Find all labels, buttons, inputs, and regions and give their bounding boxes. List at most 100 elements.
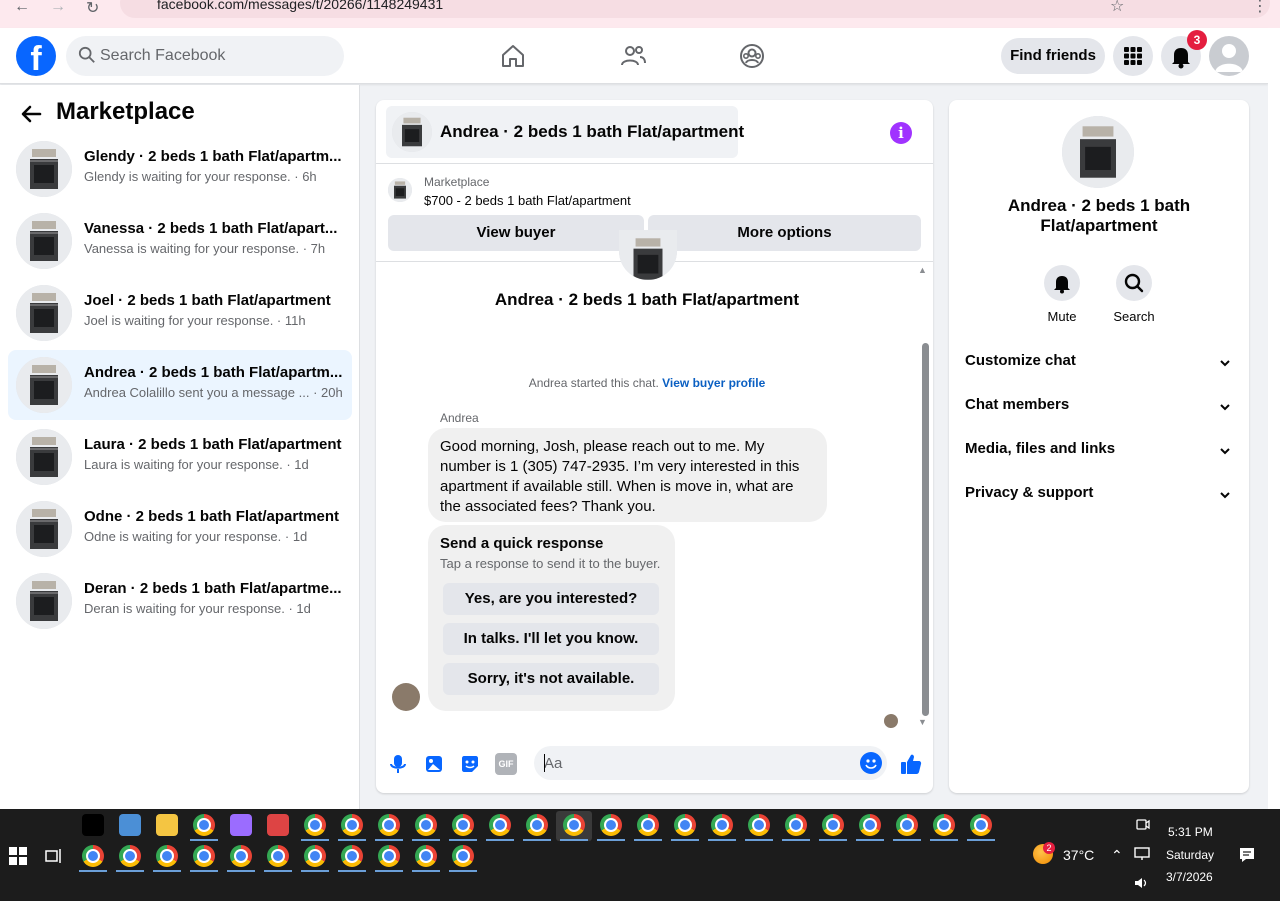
conversation-item[interactable]: Odne · 2 beds 1 bath Flat/apartment Odne … bbox=[8, 494, 352, 564]
chrome-icon[interactable] bbox=[711, 814, 733, 836]
search-input[interactable] bbox=[100, 36, 340, 76]
conversation-item[interactable]: Deran · 2 beds 1 bath Flat/apartme... Der… bbox=[8, 566, 352, 636]
chrome-icon[interactable] bbox=[452, 845, 474, 867]
chat-header[interactable]: Andrea · 2 beds 1 bath Flat/apartment bbox=[386, 106, 744, 158]
chrome-icon[interactable] bbox=[674, 814, 696, 836]
friends-icon[interactable] bbox=[619, 42, 647, 70]
groups-icon[interactable] bbox=[738, 42, 766, 70]
meet-now-icon[interactable] bbox=[1136, 817, 1150, 833]
mute-button[interactable]: Mute bbox=[1032, 265, 1092, 324]
scroll-up-arrow-icon[interactable]: ▲ bbox=[918, 265, 927, 275]
chrome-icon[interactable] bbox=[304, 845, 326, 867]
conversation-preview: Joel is waiting for your response. · 11h bbox=[84, 313, 306, 328]
emoji-icon[interactable] bbox=[860, 752, 882, 774]
chrome-icon[interactable] bbox=[378, 845, 400, 867]
keyboard-icon[interactable] bbox=[119, 814, 141, 836]
search-bar[interactable] bbox=[66, 36, 344, 76]
back-arrow-icon[interactable] bbox=[20, 103, 42, 125]
tiktok-icon[interactable] bbox=[82, 814, 104, 836]
sticker-icon[interactable] bbox=[459, 753, 481, 775]
privacy-support-section[interactable]: Privacy & support bbox=[965, 484, 1233, 508]
facebook-logo[interactable]: f bbox=[16, 36, 56, 76]
chrome-icon[interactable] bbox=[82, 845, 104, 867]
chrome-icon[interactable] bbox=[452, 814, 474, 836]
task-view-icon[interactable] bbox=[45, 847, 63, 865]
tray-chevron-up-icon[interactable]: ⌃ bbox=[1111, 847, 1123, 864]
microphone-icon[interactable] bbox=[387, 753, 409, 775]
chrome-icon[interactable] bbox=[267, 845, 289, 867]
chrome-icon[interactable] bbox=[230, 845, 252, 867]
conversation-item[interactable]: Vanessa · 2 beds 1 bath Flat/apart... Van… bbox=[8, 206, 352, 276]
chat-scrollbar[interactable] bbox=[922, 343, 929, 716]
network-icon[interactable] bbox=[1133, 846, 1151, 862]
conversation-item[interactable]: Laura · 2 beds 1 bath Flat/apartment Laur… bbox=[8, 422, 352, 492]
conversation-name: Odne · 2 beds 1 bath Flat/apartment bbox=[84, 508, 340, 525]
thumbs-up-icon[interactable] bbox=[899, 752, 923, 776]
conversation-item[interactable]: Joel · 2 beds 1 bath Flat/apartment Joel … bbox=[8, 278, 352, 348]
chrome-icon[interactable] bbox=[526, 814, 548, 836]
page-scrollbar[interactable] bbox=[1268, 28, 1280, 809]
more-options-button[interactable]: More options bbox=[648, 215, 921, 251]
message-bubble: Good morning, Josh, please reach out to … bbox=[428, 428, 827, 522]
clock-date[interactable]: 3/7/2026 bbox=[1166, 870, 1213, 884]
windows-start-icon[interactable] bbox=[9, 847, 27, 865]
view-buyer-button[interactable]: View buyer bbox=[388, 215, 644, 251]
chrome-icon[interactable] bbox=[748, 814, 770, 836]
chrome-icon[interactable] bbox=[415, 814, 437, 836]
chrome-icon[interactable] bbox=[933, 814, 955, 836]
chrome-icon[interactable] bbox=[341, 845, 363, 867]
menu-button[interactable] bbox=[1113, 36, 1153, 76]
view-buyer-profile-link[interactable]: View buyer profile bbox=[662, 376, 765, 390]
temperature[interactable]: 37°C bbox=[1063, 847, 1094, 863]
clock-time[interactable]: 5:31 PM bbox=[1168, 825, 1213, 839]
chrome-icon[interactable] bbox=[193, 814, 215, 836]
message-input[interactable] bbox=[534, 746, 887, 780]
volume-icon[interactable] bbox=[1133, 876, 1149, 890]
chrome-icon[interactable] bbox=[156, 845, 178, 867]
quick-response-button[interactable]: Sorry, it's not available. bbox=[443, 663, 659, 695]
back-nav-icon[interactable]: ← bbox=[14, 0, 30, 16]
chrome-icon[interactable] bbox=[378, 814, 400, 836]
file-explorer-icon[interactable] bbox=[156, 814, 178, 836]
chrome-icon[interactable] bbox=[637, 814, 659, 836]
listing-title[interactable]: $700 - 2 beds 1 bath Flat/apartment bbox=[424, 193, 631, 208]
browser-menu-icon[interactable]: ⋮ bbox=[1252, 0, 1268, 16]
chrome-icon[interactable] bbox=[600, 814, 622, 836]
chrome-icon[interactable] bbox=[822, 814, 844, 836]
chrome-icon[interactable] bbox=[896, 814, 918, 836]
chrome-icon[interactable] bbox=[859, 814, 881, 836]
search-in-chat-button[interactable]: Search bbox=[1104, 265, 1164, 324]
clock-day[interactable]: Saturday bbox=[1166, 848, 1214, 862]
copilot-icon[interactable] bbox=[230, 814, 252, 836]
chrome-icon[interactable] bbox=[119, 845, 141, 867]
find-friends-button[interactable]: Find friends bbox=[1001, 38, 1105, 74]
chrome-icon[interactable] bbox=[970, 814, 992, 836]
customize-chat-section[interactable]: Customize chat bbox=[965, 352, 1233, 376]
photo-icon[interactable] bbox=[423, 753, 445, 775]
media-files-links-section[interactable]: Media, files and links bbox=[965, 440, 1233, 464]
sender-avatar[interactable] bbox=[392, 683, 420, 711]
chrome-icon[interactable] bbox=[304, 814, 326, 836]
bookmark-star-icon[interactable]: ☆ bbox=[1110, 0, 1124, 16]
chrome-icon[interactable] bbox=[563, 814, 585, 836]
info-icon[interactable]: i bbox=[890, 122, 912, 144]
chat-members-section[interactable]: Chat members bbox=[965, 396, 1233, 420]
chrome-icon[interactable] bbox=[415, 845, 437, 867]
chrome-icon[interactable] bbox=[489, 814, 511, 836]
home-icon[interactable] bbox=[499, 42, 527, 70]
reload-icon[interactable]: ↻ bbox=[86, 0, 99, 18]
chrome-icon[interactable] bbox=[785, 814, 807, 836]
remote-app-icon[interactable] bbox=[267, 814, 289, 836]
notification-center-icon[interactable] bbox=[1238, 846, 1256, 864]
account-avatar[interactable] bbox=[1209, 36, 1249, 76]
chrome-icon[interactable] bbox=[193, 845, 215, 867]
scroll-down-arrow-icon[interactable]: ▼ bbox=[918, 717, 927, 727]
gif-icon[interactable]: GIF bbox=[495, 753, 517, 775]
forward-nav-icon[interactable]: → bbox=[50, 0, 66, 16]
url-text[interactable]: facebook.com/messages/t/20266/1148249431 bbox=[157, 0, 443, 12]
quick-response-button[interactable]: In talks. I'll let you know. bbox=[443, 623, 659, 655]
quick-response-button[interactable]: Yes, are you interested? bbox=[443, 583, 659, 615]
conversation-item[interactable]: Andrea · 2 beds 1 bath Flat/apartm... And… bbox=[8, 350, 352, 420]
conversation-item[interactable]: Glendy · 2 beds 1 bath Flat/apartm... Gle… bbox=[8, 134, 352, 204]
chrome-icon[interactable] bbox=[341, 814, 363, 836]
